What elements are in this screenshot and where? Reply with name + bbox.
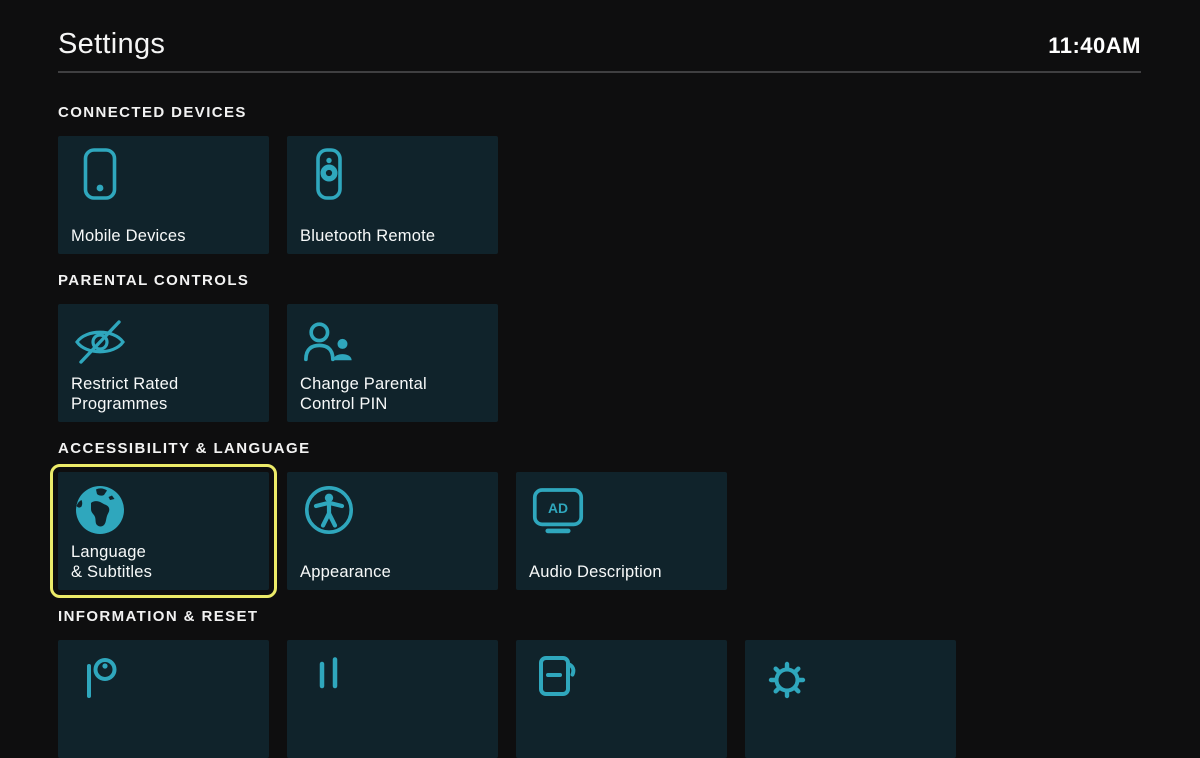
bluetooth-remote-icon — [303, 148, 355, 200]
section-row-information-reset — [58, 640, 1141, 758]
key-icon — [74, 652, 126, 704]
mobile-phone-icon — [74, 148, 126, 200]
tile-label: Language & Subtitles — [71, 542, 152, 582]
page-title: Settings — [58, 30, 165, 59]
tile-information-reset-4[interactable] — [745, 640, 956, 758]
tile-change-parental-control-pin[interactable]: Change Parental Control PIN — [287, 304, 498, 422]
page-header: Settings 11:40AM — [58, 0, 1141, 59]
tile-bluetooth-remote[interactable]: Bluetooth Remote — [287, 136, 498, 254]
people-icon — [303, 316, 355, 368]
gear-icon — [761, 652, 813, 704]
tile-information-reset-2[interactable] — [287, 640, 498, 758]
settings-page: Settings 11:40AM CONNECTED DEVICES Mobil… — [0, 0, 1200, 758]
tile-information-reset-1[interactable] — [58, 640, 269, 758]
accessibility-icon — [303, 484, 355, 536]
plug-icon — [303, 652, 355, 704]
tile-audio-description[interactable]: AD Audio Description — [516, 472, 727, 590]
tile-information-reset-3[interactable] — [516, 640, 727, 758]
tile-label: Restrict Rated Programmes — [71, 374, 178, 414]
section-title-information-reset: INFORMATION & RESET — [58, 608, 1141, 625]
section-row-accessibility-language: Language & Subtitles Appearance — [58, 472, 1141, 590]
header-divider — [58, 71, 1141, 73]
tile-label: Change Parental Control PIN — [300, 374, 427, 414]
audio-description-tv-icon: AD — [532, 484, 584, 536]
ad-badge-text: AD — [548, 500, 568, 516]
tile-restrict-rated-programmes[interactable]: Restrict Rated Programmes — [58, 304, 269, 422]
globe-icon — [74, 484, 126, 536]
note-icon — [532, 652, 584, 704]
tile-label: Bluetooth Remote — [300, 226, 435, 246]
tile-label: Appearance — [300, 562, 391, 582]
tile-appearance[interactable]: Appearance — [287, 472, 498, 590]
tile-language-subtitles[interactable]: Language & Subtitles — [58, 472, 269, 590]
tile-mobile-devices[interactable]: Mobile Devices — [58, 136, 269, 254]
tile-label: Mobile Devices — [71, 226, 186, 246]
section-title-accessibility-language: ACCESSIBILITY & LANGUAGE — [58, 440, 1141, 457]
section-title-parental-controls: PARENTAL CONTROLS — [58, 272, 1141, 289]
section-row-parental-controls: Restrict Rated Programmes Change Parenta… — [58, 304, 1141, 422]
clock: 11:40AM — [1048, 35, 1141, 57]
tile-label: Audio Description — [529, 562, 662, 582]
section-title-connected-devices: CONNECTED DEVICES — [58, 104, 1141, 121]
section-row-connected-devices: Mobile Devices Bluetooth Remote — [58, 136, 1141, 254]
eye-slash-icon — [74, 316, 126, 368]
